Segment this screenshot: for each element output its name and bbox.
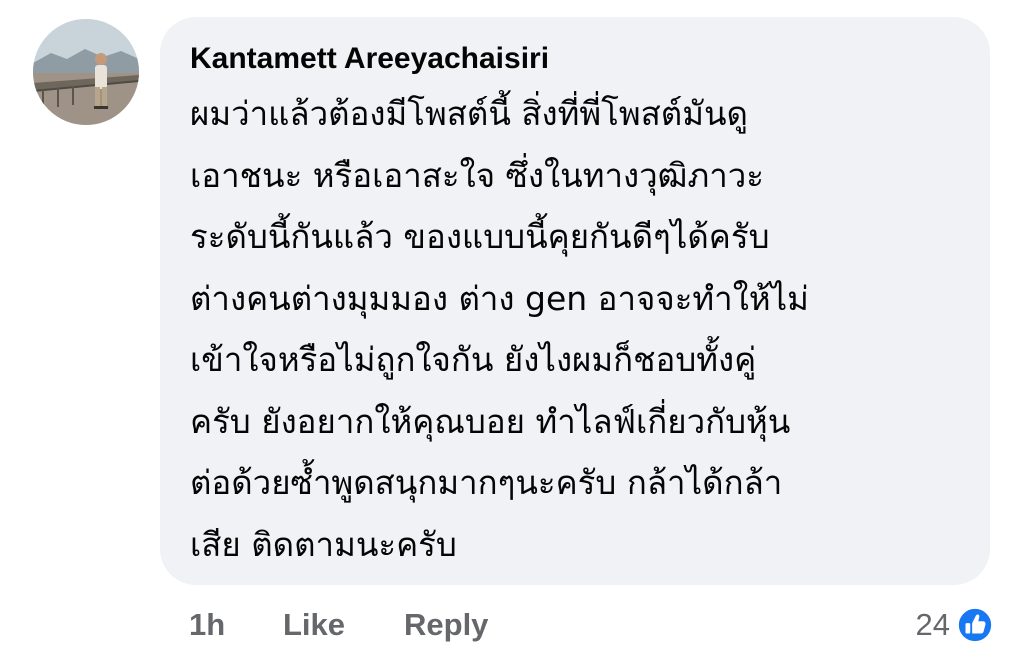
avatar[interactable]: [33, 19, 139, 125]
comment-body-line: ต่างคนต่างมุมมอง ต่าง gen อาจจะทำให้ไม่: [190, 278, 809, 318]
comment-body-line: เสีย ติดตามนะครับ: [190, 524, 457, 564]
comment-actions: 1h Like Reply 24: [0, 600, 1024, 650]
reaction-count: 24: [915, 607, 950, 642]
reply-button[interactable]: Reply: [404, 605, 488, 645]
comment-body-line: ครับ ยังอยากให้คุณบอย ทำไลฟ์เกี่ยวกับหุ้…: [190, 401, 791, 441]
comment-timestamp[interactable]: 1h: [189, 605, 225, 645]
comment-body-line: เอาชนะ หรือเอาสะใจ ซึ่งในทางวุฒิภาวะ: [190, 155, 764, 195]
like-button[interactable]: Like: [283, 605, 345, 645]
comment-body-line: ผมว่าแล้วต้องมีโพสต์นี้ สิ่งที่พี่โพสต์ม…: [190, 94, 748, 133]
comment-body-line: เข้าใจหรือไม่ถูกใจกัน ยังไงผมก็ชอบทั้งคู…: [190, 340, 757, 379]
like-thumbs-up-icon: [956, 606, 994, 644]
avatar-photo: [33, 19, 139, 125]
comment-author-name[interactable]: Kantamett Areeyachaisiri: [190, 39, 970, 79]
comment-bubble: Kantamett Areeyachaisiri ผมว่าแล้วต้องมี…: [160, 17, 990, 585]
comment-body-line: ระดับนี้กันแล้ว ของแบบนี้คุยกันดีๆได้ครั…: [190, 217, 770, 256]
reaction-summary[interactable]: 24: [916, 603, 994, 647]
comment-body-line: ต่อด้วยซ้ำพูดสนุกมากๆนะครับ กล้าได้กล้า: [190, 463, 783, 502]
comment-body: ผมว่าแล้วต้องมีโพสต์นี้ สิ่งที่พี่โพสต์ม…: [190, 83, 970, 575]
